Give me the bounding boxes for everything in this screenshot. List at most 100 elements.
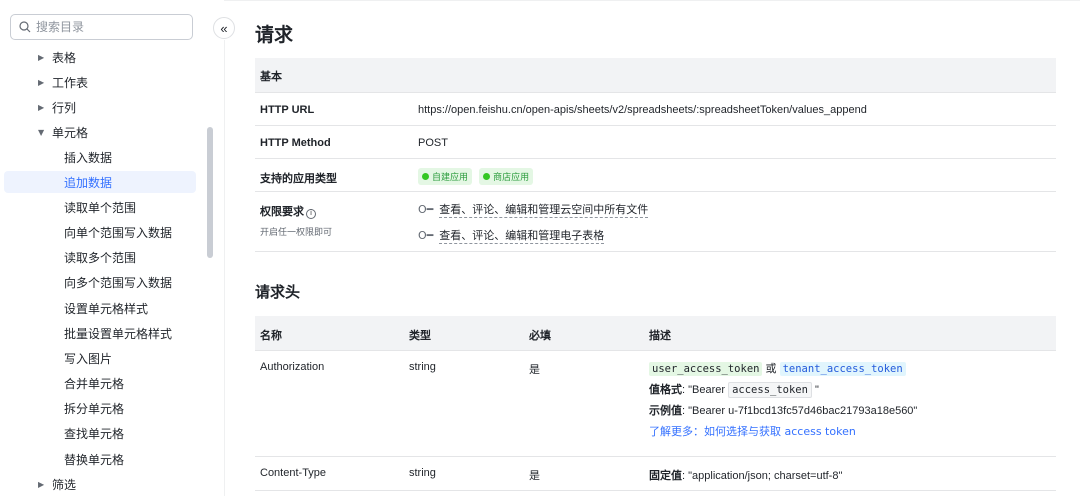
method-key: HTTP Method <box>255 125 413 159</box>
double-chevron-left-icon: « <box>220 20 228 36</box>
perm-sub: 开启任一权限即可 <box>260 227 333 238</box>
format-suffix: " <box>811 383 819 396</box>
tree-item-label: 读取多个范围 <box>64 250 137 265</box>
tree-item-read-single-range[interactable]: 读取单个范围 <box>0 196 136 218</box>
perm-label: 查看、评论、编辑和管理云空间中所有文件 <box>439 203 649 218</box>
search-box[interactable] <box>10 14 193 40</box>
perm-item[interactable]: O━ 查看、评论、编辑和管理电子表格 <box>418 228 1051 244</box>
perm-values: O━ 查看、评论、编辑和管理云空间中所有文件 O━ 查看、评论、编辑和管理电子表格 <box>413 191 1056 252</box>
tree-item-label: 替换单元格 <box>64 452 125 467</box>
perm-item[interactable]: O━ 查看、评论、编辑和管理云空间中所有文件 <box>418 202 1051 218</box>
tree-item-write-single-range[interactable]: 向单个范围写入数据 <box>0 221 172 243</box>
tree-item-label: 合并单元格 <box>64 376 125 391</box>
tree-item-table[interactable]: ▶ 表格 <box>0 46 76 68</box>
access-token-code: access_token <box>728 381 812 398</box>
tree-item-label: 拆分单元格 <box>64 401 125 416</box>
table-row: HTTP URL https://open.feishu.cn/open-api… <box>255 92 1056 126</box>
content-type-type: string <box>404 456 524 491</box>
auth-required: 是 <box>524 350 644 457</box>
fixed-value: : "application/json; charset=utf-8" <box>682 469 843 482</box>
tag-store-app: 商店应用 <box>479 167 534 185</box>
table-row: Content-Type string 是 固定值: "application/… <box>255 456 1056 491</box>
check-circle-icon <box>483 172 491 180</box>
tree-item-merge-cells[interactable]: 合并单元格 <box>0 372 124 394</box>
tree-item-label: 向单个范围写入数据 <box>64 225 173 240</box>
tree-item-label: 查找单元格 <box>64 426 125 441</box>
search-icon <box>19 21 31 33</box>
info-icon[interactable]: i <box>306 208 316 219</box>
col-description: 描述 <box>644 316 1056 351</box>
content-type-name: Content-Type <box>255 456 404 491</box>
sidebar-scrollbar[interactable] <box>207 127 213 258</box>
user-token-code[interactable]: user_access_token <box>649 361 763 376</box>
caret-right-icon: ▶ <box>38 102 45 112</box>
tree-item-write-image[interactable]: 写入图片 <box>0 347 112 369</box>
tag-label: 商店应用 <box>493 172 530 183</box>
tree-item-read-multiple-ranges[interactable]: 读取多个范围 <box>0 246 136 268</box>
tree-item-label: 设置单元格样式 <box>64 301 149 316</box>
format-line: 值格式: "Bearer access_token " <box>649 381 1051 398</box>
format-label: 值格式 <box>649 382 682 396</box>
request-heading: 请求 <box>255 24 294 46</box>
tree-item-write-multiple-ranges[interactable]: 向多个范围写入数据 <box>0 271 172 293</box>
sidebar: ▶ 表格 ▶ 工作表 ▶ 行列 ▼ 单元格 插入数据 追加数据 读取单个范围 向单个范围… <box>0 0 205 496</box>
tree-item-label: 向多个范围写入数据 <box>64 275 173 290</box>
tree-item-cells[interactable]: ▼ 单元格 <box>0 121 88 143</box>
check-circle-icon <box>422 172 429 180</box>
format-prefix: : "Bearer <box>682 383 729 396</box>
tree-item-label: 读取单个范围 <box>64 200 137 215</box>
caret-down-icon: ▼ <box>38 127 45 137</box>
tree-item-label: 行列 <box>52 100 77 115</box>
or-text: 或 <box>765 361 777 375</box>
tree-item-label: 批量设置单元格样式 <box>64 326 173 341</box>
tree-item-batch-set-cell-style[interactable]: 批量设置单元格样式 <box>0 322 172 344</box>
tree-item-worksheet[interactable]: ▶ 工作表 <box>0 71 88 93</box>
tree-item-label: 工作表 <box>52 75 89 90</box>
tree-item-label: 插入数据 <box>64 150 113 165</box>
tag-label: 自建应用 <box>432 172 469 183</box>
tree-item-split-cells[interactable]: 拆分单元格 <box>0 397 124 419</box>
sidebar-divider <box>224 40 225 496</box>
table-header-row: 基本 <box>255 58 1056 93</box>
auth-description: user_access_token 或 tenant_access_token … <box>644 350 1056 457</box>
tree-item-rows-columns[interactable]: ▶ 行列 <box>0 96 76 118</box>
collapse-sidebar-button[interactable]: « <box>213 17 235 39</box>
tree-item-label: 单元格 <box>52 125 89 140</box>
col-required: 必填 <box>524 316 644 351</box>
table-row: HTTP Method POST <box>255 125 1056 159</box>
request-headers-table: 名称 类型 必填 描述 Authorization string 是 user_… <box>255 316 1056 491</box>
table-row: 权限要求 i 开启任一权限即可 O━ 查看、评论、编辑和管理云空间中所有文件 O━ 查… <box>255 191 1056 252</box>
tree-item-label: 写入图片 <box>64 351 113 366</box>
tree-item-set-cell-style[interactable]: 设置单元格样式 <box>0 297 148 319</box>
col-type: 类型 <box>404 316 524 351</box>
table-row: Authorization string 是 user_access_token… <box>255 350 1056 457</box>
auth-name: Authorization <box>255 350 404 457</box>
key-icon: O━ <box>418 229 434 242</box>
request-headers-heading: 请求头 <box>255 283 301 301</box>
content-type-required: 是 <box>524 456 644 491</box>
tree-item-replace-cells[interactable]: 替换单元格 <box>0 448 124 470</box>
url-value: https://open.feishu.cn/open-apis/sheets/… <box>413 92 1056 126</box>
app-type-key: 支持的应用类型 <box>255 158 413 192</box>
method-value: POST <box>413 125 1056 159</box>
tree-item-insert-data[interactable]: 插入数据 <box>0 146 112 168</box>
learn-more-link[interactable]: 了解更多：如何选择与获取 access token <box>649 424 1051 440</box>
tree-item-filter[interactable]: ▶ 筛选 <box>0 473 76 495</box>
basic-header: 基本 <box>255 58 1056 93</box>
fixed-label: 固定值 <box>649 468 682 482</box>
tree-item-append-data[interactable]: 追加数据 <box>4 171 196 193</box>
tree-item-label: 追加数据 <box>64 175 113 190</box>
caret-right-icon: ▶ <box>38 479 45 489</box>
tree-item-find-cells[interactable]: 查找单元格 <box>0 422 124 444</box>
table-header-row: 名称 类型 必填 描述 <box>255 316 1056 351</box>
tree-item-label: 筛选 <box>52 477 77 492</box>
content-type-description: 固定值: "application/json; charset=utf-8" <box>644 456 1056 491</box>
tenant-token-code[interactable]: tenant_access_token <box>779 361 906 376</box>
url-key: HTTP URL <box>255 92 413 126</box>
example-line: 示例值: "Bearer u-7f1bcd13fc57d46bac21793a1… <box>649 403 1051 419</box>
basic-info-table: 基本 HTTP URL https://open.feishu.cn/open-… <box>255 58 1056 252</box>
search-input[interactable] <box>36 20 176 34</box>
perm-key-cell: 权限要求 i 开启任一权限即可 <box>255 191 413 252</box>
table-row: 支持的应用类型 自建应用 商店应用 <box>255 158 1056 192</box>
example-value: : "Bearer u-7f1bcd13fc57d46bac21793a18e5… <box>682 404 918 417</box>
